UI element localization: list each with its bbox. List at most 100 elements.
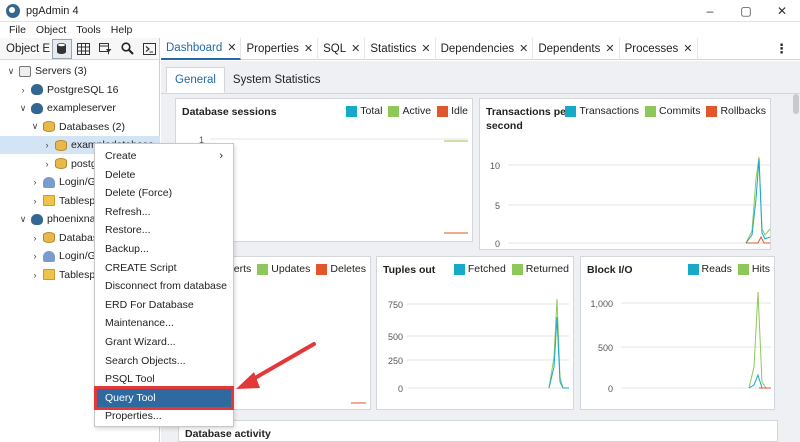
tab-sql[interactable]: SQL ✕ [318, 37, 366, 60]
menu-item-label: Delete (Force) [105, 187, 173, 200]
block-io-card: Block I/O Reads Hits 1,000 500 0 [580, 256, 775, 410]
menu-item-label: Search Objects... [105, 354, 186, 367]
y-tick-label: 1,000 [590, 299, 613, 309]
menu-item-label: Maintenance... [105, 317, 174, 330]
object-explorer-title[interactable]: Object Ex [0, 43, 50, 55]
subtab-system-statistics[interactable]: System Statistics [225, 67, 329, 93]
menu-item-label: Disconnect from database [105, 280, 227, 293]
filter-icon[interactable] [95, 39, 115, 59]
chevron-right-icon[interactable]: › [30, 196, 40, 206]
tab-dependents[interactable]: Dependents ✕ [533, 37, 620, 60]
maximize-button[interactable]: ▢ [728, 0, 764, 22]
tab-statistics[interactable]: Statistics ✕ [365, 37, 436, 60]
pgadmin-logo-icon [6, 3, 20, 18]
folder-icon [43, 269, 55, 280]
card-title: Database activity [185, 428, 271, 440]
dashboard-subtabs: General System Statistics [161, 61, 800, 94]
menu-item-maintenance[interactable]: Maintenance... [97, 314, 231, 332]
menu-item-label: Create [105, 150, 137, 162]
tree-node[interactable]: ∨ exampleserver [0, 99, 160, 117]
annotation-arrow [236, 342, 316, 389]
menu-item-restore[interactable]: Restore... [97, 221, 231, 239]
menu-item-label: Backup... [105, 243, 149, 255]
tab-label: Statistics [370, 42, 417, 55]
menu-object[interactable]: Object [31, 24, 71, 36]
database-icon [55, 158, 67, 169]
dashboard-scrollbar[interactable] [790, 94, 800, 442]
chevron-down-icon[interactable]: ∨ [18, 214, 28, 225]
window-titlebar: pgAdmin 4 – ▢ ✕ [0, 0, 800, 22]
fetched-series-line [548, 316, 569, 389]
close-icon[interactable]: ✕ [519, 42, 528, 55]
menu-item-label: ERD For Database [105, 298, 194, 311]
menu-item-erd-for-database[interactable]: ERD For Database [97, 296, 231, 314]
tree-node-label: Databas [59, 231, 99, 244]
chevron-right-icon[interactable]: › [30, 177, 40, 187]
search-icon[interactable] [117, 39, 137, 59]
database-context-menu: Create › Delete Delete (Force) Refresh... Res… [94, 143, 234, 427]
chevron-down-icon[interactable]: ∨ [6, 66, 16, 77]
more-options-icon[interactable]: ⋮ [775, 41, 788, 57]
tab-label: Processes [624, 42, 679, 55]
y-tick-label: 500 [388, 332, 403, 342]
y-tick-label: 750 [388, 300, 403, 310]
tree-node-label: exampleserver [47, 102, 116, 114]
tree-node-label: PostgreSQL 16 [47, 83, 119, 96]
scrollbar-thumb[interactable] [793, 94, 799, 114]
minimize-button[interactable]: – [692, 0, 728, 22]
menu-help[interactable]: Help [106, 24, 138, 36]
window-title: pgAdmin 4 [26, 4, 79, 17]
chevron-right-icon[interactable]: › [30, 233, 40, 243]
menu-item-label: Refresh... [105, 205, 151, 218]
databases-icon [43, 232, 55, 243]
tree-node[interactable]: ∨ Databases (2) [0, 118, 160, 136]
transactions-chart: 10 5 0 [490, 156, 771, 249]
terminal-icon[interactable] [139, 39, 159, 59]
tab-processes[interactable]: Processes ✕ [620, 37, 698, 60]
tab-properties[interactable]: Properties ✕ [241, 37, 319, 60]
main-tab-bar: Dashboard ✕ Properties ✕ SQL ✕ Statistics ✕ Depe… [161, 37, 800, 60]
menu-tools[interactable]: Tools [71, 24, 106, 36]
y-tick-label: 0 [495, 239, 500, 249]
close-icon[interactable]: ✕ [227, 41, 236, 54]
y-tick-label: 5 [495, 201, 500, 211]
tab-dependencies[interactable]: Dependencies ✕ [436, 37, 534, 60]
menu-item-query-tool[interactable]: Query Tool [94, 385, 234, 410]
table-icon[interactable] [74, 39, 94, 59]
menu-item-refresh[interactable]: Refresh... [97, 203, 231, 221]
menu-item-create[interactable]: Create › [97, 147, 231, 165]
tree-node[interactable]: › PostgreSQL 16 [0, 81, 160, 99]
close-icon[interactable]: ✕ [605, 42, 614, 55]
query-database-icon[interactable] [51, 38, 72, 59]
close-icon[interactable]: ✕ [304, 42, 313, 55]
database-activity-panel: Database activity [178, 420, 778, 442]
chevron-right-icon[interactable]: › [42, 140, 52, 150]
y-tick-label: 500 [598, 343, 613, 353]
chevron-right-icon[interactable]: › [30, 251, 40, 261]
menu-item-backup[interactable]: Backup... [97, 240, 231, 258]
hits-series-line [748, 291, 771, 389]
chevron-down-icon[interactable]: ∨ [30, 121, 40, 132]
close-window-button[interactable]: ✕ [764, 0, 800, 22]
menu-item-psql-tool[interactable]: PSQL Tool [97, 370, 231, 388]
chevron-right-icon[interactable]: › [42, 159, 52, 169]
chevron-down-icon[interactable]: ∨ [18, 103, 28, 114]
tree-node[interactable]: ∨ Servers (3) [0, 62, 160, 80]
menu-item-properties[interactable]: Properties... [97, 407, 231, 425]
chevron-right-icon[interactable]: › [30, 270, 40, 280]
menu-item-label: Grant Wizard... [105, 336, 176, 348]
tab-dashboard[interactable]: Dashboard ✕ [161, 37, 242, 60]
close-icon[interactable]: ✕ [421, 42, 430, 55]
menu-item-delete[interactable]: Delete [97, 166, 231, 184]
menu-item-delete-force[interactable]: Delete (Force) [97, 184, 231, 202]
close-icon[interactable]: ✕ [351, 42, 360, 55]
subtab-general[interactable]: General [166, 67, 225, 93]
menu-item-grant-wizard[interactable]: Grant Wizard... [97, 333, 231, 351]
chevron-right-icon[interactable]: › [18, 85, 28, 95]
menu-file[interactable]: File [4, 24, 31, 36]
menu-item-create-script[interactable]: CREATE Script [97, 259, 231, 277]
menu-item-disconnect-from-database[interactable]: Disconnect from database [97, 277, 231, 295]
menu-item-search-objects[interactable]: Search Objects... [97, 352, 231, 370]
tree-node-label: Servers (3) [35, 65, 87, 77]
close-icon[interactable]: ✕ [683, 42, 692, 55]
